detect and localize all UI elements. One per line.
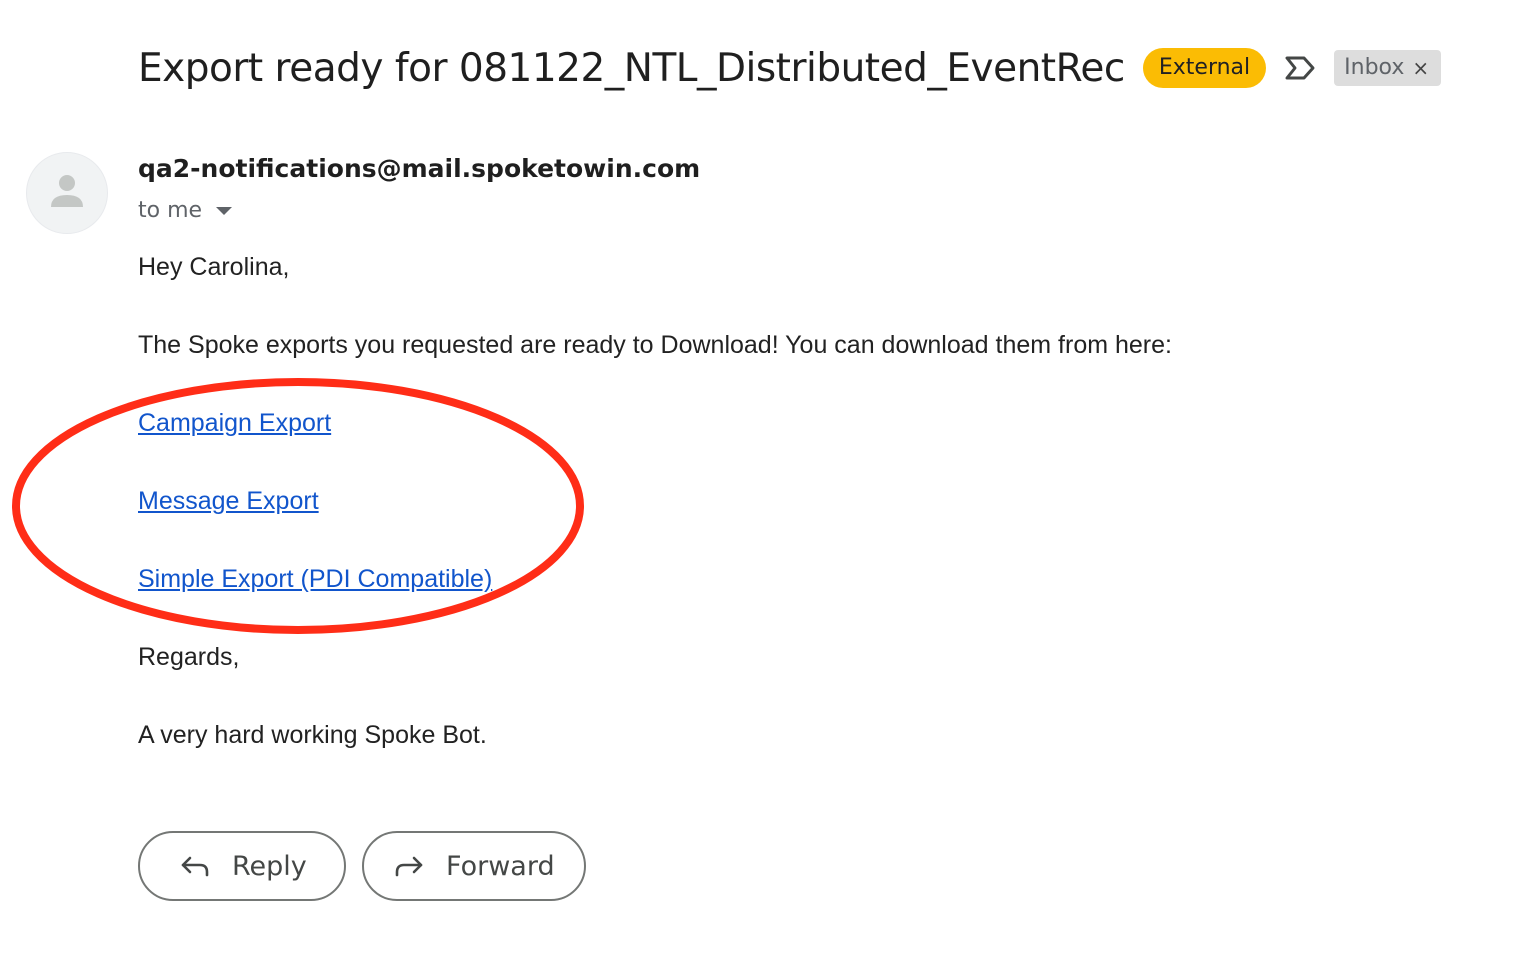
inbox-label-chip[interactable]: Inbox × bbox=[1334, 50, 1442, 86]
forward-icon bbox=[394, 850, 426, 882]
reply-label: Reply bbox=[232, 850, 307, 882]
label-arrow-icon[interactable] bbox=[1284, 53, 1318, 83]
sender-avatar bbox=[26, 152, 108, 234]
email-subject: Export ready for 081122_NTL_Distributed_… bbox=[138, 45, 1125, 91]
external-badge: External bbox=[1142, 48, 1267, 88]
inbox-label: Inbox bbox=[1344, 55, 1405, 80]
remove-label-icon[interactable]: × bbox=[1412, 54, 1429, 82]
forward-label: Forward bbox=[446, 850, 555, 882]
subject-row: Export ready for 081122_NTL_Distributed_… bbox=[138, 40, 1442, 96]
intro-text: The Spoke exports you requested are read… bbox=[138, 331, 1172, 359]
reply-icon bbox=[180, 850, 212, 882]
forward-button[interactable]: Forward bbox=[362, 831, 586, 901]
greeting: Hey Carolina, bbox=[138, 253, 290, 281]
highlight-ellipse bbox=[12, 378, 584, 634]
person-icon bbox=[51, 175, 83, 207]
signature-text: A very hard working Spoke Bot. bbox=[138, 721, 487, 749]
recipient-details-toggle[interactable]: to me bbox=[138, 198, 233, 223]
reply-button[interactable]: Reply bbox=[138, 831, 346, 901]
regards-text: Regards, bbox=[138, 643, 240, 671]
sender-email: qa2-notifications@mail.spoketowin.com bbox=[138, 154, 701, 183]
chevron-down-icon[interactable] bbox=[216, 206, 233, 215]
recipient-label: to me bbox=[138, 198, 203, 223]
